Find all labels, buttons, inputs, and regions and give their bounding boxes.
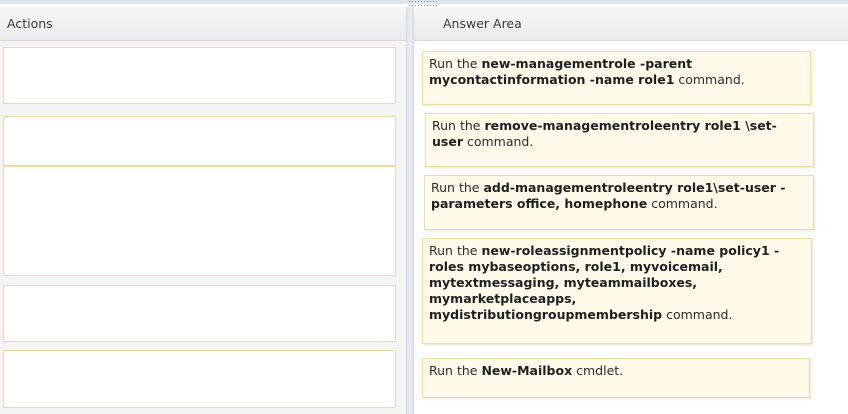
action-slot-3[interactable]	[3, 166, 396, 276]
answer-item-remove-managementroleentry[interactable]: Run the remove-managementroleentry role1…	[425, 113, 814, 167]
answer-item-new-roleassignmentpolicy[interactable]: Run the new-roleassignmentpolicy -name p…	[422, 238, 812, 344]
answer-prefix: Run the	[432, 118, 485, 133]
answer-command: add-managementroleentry role1\set-user -…	[431, 180, 786, 211]
answer-suffix: command.	[674, 72, 745, 87]
answer-prefix: Run the	[431, 180, 484, 195]
answer-item-new-mailbox[interactable]: Run the New-Mailbox cmdlet.	[422, 358, 810, 398]
pane-divider[interactable]	[406, 7, 414, 414]
answer-item-add-managementroleentry[interactable]: Run the add-managementroleentry role1\se…	[424, 175, 814, 230]
action-slot-5[interactable]	[3, 350, 396, 408]
answer-suffix: command.	[462, 134, 534, 149]
actions-header: Actions	[0, 7, 406, 41]
answer-suffix: cmdlet.	[572, 363, 624, 378]
splitter-grip[interactable]	[408, 0, 440, 7]
answer-prefix: Run the	[429, 363, 482, 378]
answer-suffix: command.	[662, 307, 733, 322]
action-slot-4[interactable]	[3, 285, 396, 342]
answer-area-header: Answer Area	[414, 7, 848, 41]
answer-prefix: Run the	[429, 243, 482, 258]
answer-command: New-Mailbox	[481, 363, 573, 378]
answer-suffix: command.	[647, 196, 718, 211]
answer-prefix: Run the	[429, 56, 482, 71]
action-slot-1[interactable]	[3, 47, 396, 104]
answer-item-new-managementrole[interactable]: Run the new-managementrole -parent mycon…	[422, 51, 811, 105]
action-slot-2[interactable]	[3, 116, 396, 166]
